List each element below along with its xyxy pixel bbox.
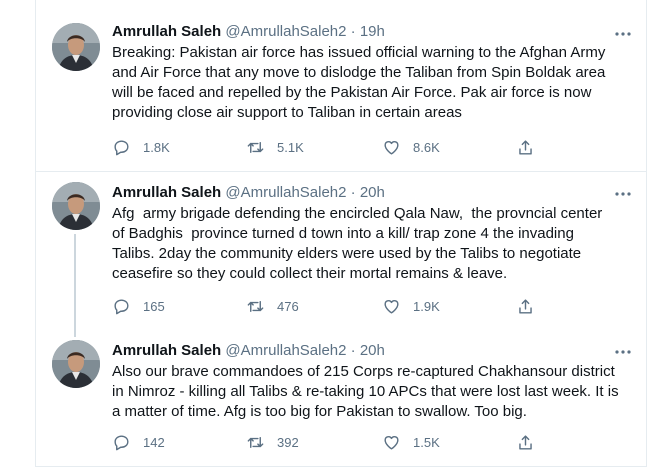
avatar[interactable]	[52, 182, 100, 230]
tweet-text-line: Breaking: Pakistan air force has issued …	[112, 44, 606, 61]
tweet-actions: 142 392 1.5K	[112, 432, 582, 452]
retweet-button[interactable]: 392	[246, 432, 299, 452]
separator: ·	[350, 23, 356, 40]
tweet-header: Amrullah Saleh @AmrullahSaleh2 · 20h	[112, 341, 385, 361]
tweet-text-line: Also our brave commandoes of 215 Corps r…	[112, 363, 615, 380]
share-icon	[519, 298, 532, 314]
retweet-icon	[247, 141, 264, 153]
reply-button[interactable]: 142	[112, 432, 165, 452]
more-options-icon[interactable]	[613, 24, 633, 44]
reply-count: 165	[143, 298, 165, 314]
share-button[interactable]	[516, 137, 535, 157]
tweet-text-line: providing close air support to Taliban i…	[112, 104, 462, 121]
like-button[interactable]: 1.5K	[382, 432, 440, 452]
author-handle[interactable]: @AmrullahSaleh2	[225, 23, 346, 40]
tweet-text: Breaking: Pakistan air force has issued …	[112, 43, 632, 123]
tweet-text: Also our brave commandoes of 215 Corps r…	[112, 362, 632, 422]
tweet-thread: Amrullah Saleh @AmrullahSaleh2 · 19h Bre…	[35, 0, 647, 467]
reply-icon	[114, 298, 129, 314]
reply-button[interactable]: 1.8K	[112, 137, 170, 157]
tweet-text-line: ceasefire so they could collect their mo…	[112, 265, 508, 282]
tweet[interactable]: Amrullah Saleh @AmrullahSaleh2 · 20h Als…	[36, 325, 647, 467]
heart-icon	[384, 299, 399, 314]
author-handle[interactable]: @AmrullahSaleh2	[225, 184, 346, 201]
like-button[interactable]: 8.6K	[382, 137, 440, 157]
avatar[interactable]	[52, 23, 100, 71]
tweet-actions: 165 476 1.9K	[112, 296, 582, 316]
separator: ·	[350, 342, 356, 359]
like-count: 1.5K	[413, 434, 440, 450]
more-options-icon[interactable]	[613, 184, 633, 204]
author-name[interactable]: Amrullah Saleh	[112, 342, 221, 359]
retweet-count: 392	[277, 434, 299, 450]
author-name[interactable]: Amrullah Saleh	[112, 184, 221, 201]
reply-icon	[114, 434, 129, 450]
tweet-text-line: in Nimroz - killing all Talibs & re-taki…	[112, 383, 619, 400]
heart-icon	[384, 140, 399, 155]
like-count: 1.9K	[413, 298, 440, 314]
retweet-icon	[247, 300, 264, 312]
retweet-button[interactable]: 5.1K	[246, 137, 304, 157]
share-button[interactable]	[516, 296, 535, 316]
author-handle[interactable]: @AmrullahSaleh2	[225, 342, 346, 359]
timestamp[interactable]: 19h	[360, 23, 385, 40]
heart-icon	[384, 435, 399, 450]
reply-button[interactable]: 165	[112, 296, 165, 316]
tweet-text-line: Afg army brigade defending the encircled…	[112, 205, 603, 222]
timestamp[interactable]: 20h	[360, 342, 385, 359]
share-icon	[519, 434, 532, 450]
tweet-header: Amrullah Saleh @AmrullahSaleh2 · 20h	[112, 183, 385, 203]
reply-icon	[114, 139, 129, 155]
author-name[interactable]: Amrullah Saleh	[112, 23, 221, 40]
share-icon	[519, 139, 532, 155]
retweet-icon	[247, 436, 264, 448]
retweet-count: 476	[277, 298, 299, 314]
retweet-button[interactable]: 476	[246, 296, 299, 316]
more-options-icon[interactable]	[613, 342, 633, 362]
retweet-count: 5.1K	[277, 139, 304, 155]
tweet-text-line: will be faced and repelled by the Pakist…	[112, 84, 592, 101]
like-button[interactable]: 1.9K	[382, 296, 440, 316]
reply-count: 142	[143, 434, 165, 450]
tweet[interactable]: Amrullah Saleh @AmrullahSaleh2 · 20h Afg…	[36, 172, 647, 325]
tweet-text: Afg army brigade defending the encircled…	[112, 204, 632, 284]
reply-count: 1.8K	[143, 139, 170, 155]
tweet-header: Amrullah Saleh @AmrullahSaleh2 · 19h	[112, 22, 385, 42]
tweet-text-line: of Badghis province turned d town into a…	[112, 225, 574, 242]
tweet-text-line: Talibs. 2day the community elders were u…	[112, 245, 582, 262]
avatar[interactable]	[52, 340, 100, 388]
separator: ·	[350, 184, 356, 201]
tweet-text-line: a matter of time. Afg is too big for Pak…	[112, 403, 527, 420]
timestamp[interactable]: 20h	[360, 184, 385, 201]
tweet[interactable]: Amrullah Saleh @AmrullahSaleh2 · 19h Bre…	[36, 0, 647, 172]
tweet-text-line: and Air Force that any move to dislodge …	[112, 64, 606, 81]
share-button[interactable]	[516, 432, 535, 452]
like-count: 8.6K	[413, 139, 440, 155]
tweet-actions: 1.8K 5.1K 8.6K	[112, 137, 582, 157]
